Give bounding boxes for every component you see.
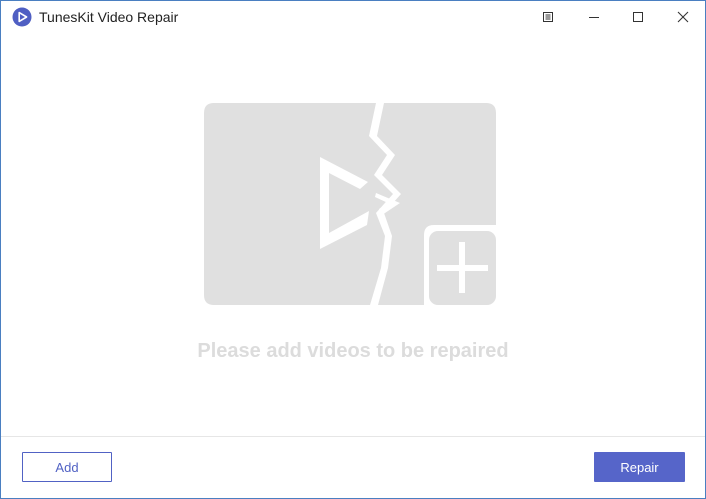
minimize-icon: [589, 17, 599, 18]
add-button[interactable]: Add: [22, 452, 112, 482]
maximize-button[interactable]: [616, 1, 660, 33]
footer-divider: [1, 436, 705, 437]
broken-video-add-icon[interactable]: [204, 103, 496, 305]
window-title: TunesKit Video Repair: [39, 9, 179, 25]
app-logo-icon: [12, 7, 32, 27]
title-bar[interactable]: TunesKit Video Repair: [1, 1, 705, 33]
menu-list-icon: [543, 12, 553, 22]
close-button[interactable]: [661, 1, 705, 33]
repair-button[interactable]: Repair: [594, 452, 685, 482]
close-icon: [677, 11, 689, 23]
empty-state-message: Please add videos to be repaired: [197, 340, 509, 362]
menu-button[interactable]: [526, 1, 570, 33]
app-window: TunesKit Video Repair Please add videos …: [0, 0, 706, 499]
minimize-button[interactable]: [572, 1, 616, 33]
maximize-icon: [633, 12, 643, 22]
